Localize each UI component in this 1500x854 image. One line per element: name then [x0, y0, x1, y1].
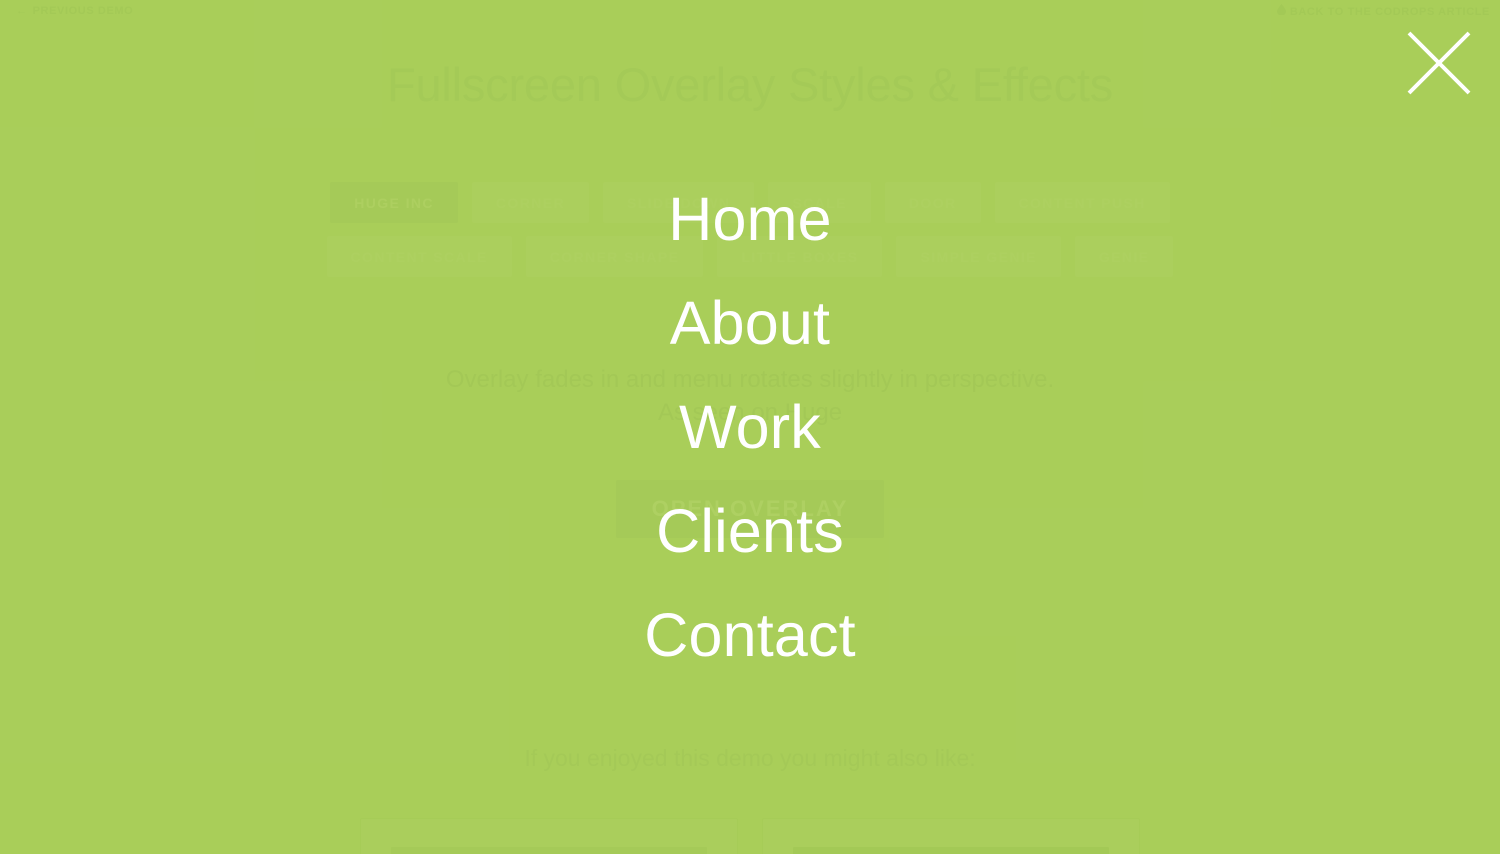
overlay-menu-item: Home — [644, 167, 856, 271]
close-overlay-button[interactable] — [1406, 30, 1472, 96]
overlay-link-clients[interactable]: Clients — [644, 479, 856, 583]
overlay-nav: Home About Work Clients Contact — [644, 167, 856, 687]
overlay-menu-item: Work — [644, 375, 856, 479]
close-x-icon — [1406, 30, 1472, 96]
overlay-menu-item: Contact — [644, 583, 856, 687]
overlay-link-home[interactable]: Home — [644, 167, 856, 271]
overlay-menu-item: Clients — [644, 479, 856, 583]
fullscreen-overlay: Home About Work Clients Contact — [0, 0, 1500, 854]
overlay-menu: Home About Work Clients Contact — [644, 167, 856, 687]
overlay-menu-item: About — [644, 271, 856, 375]
overlay-link-work[interactable]: Work — [644, 375, 856, 479]
overlay-link-contact[interactable]: Contact — [644, 583, 856, 687]
overlay-link-about[interactable]: About — [644, 271, 856, 375]
